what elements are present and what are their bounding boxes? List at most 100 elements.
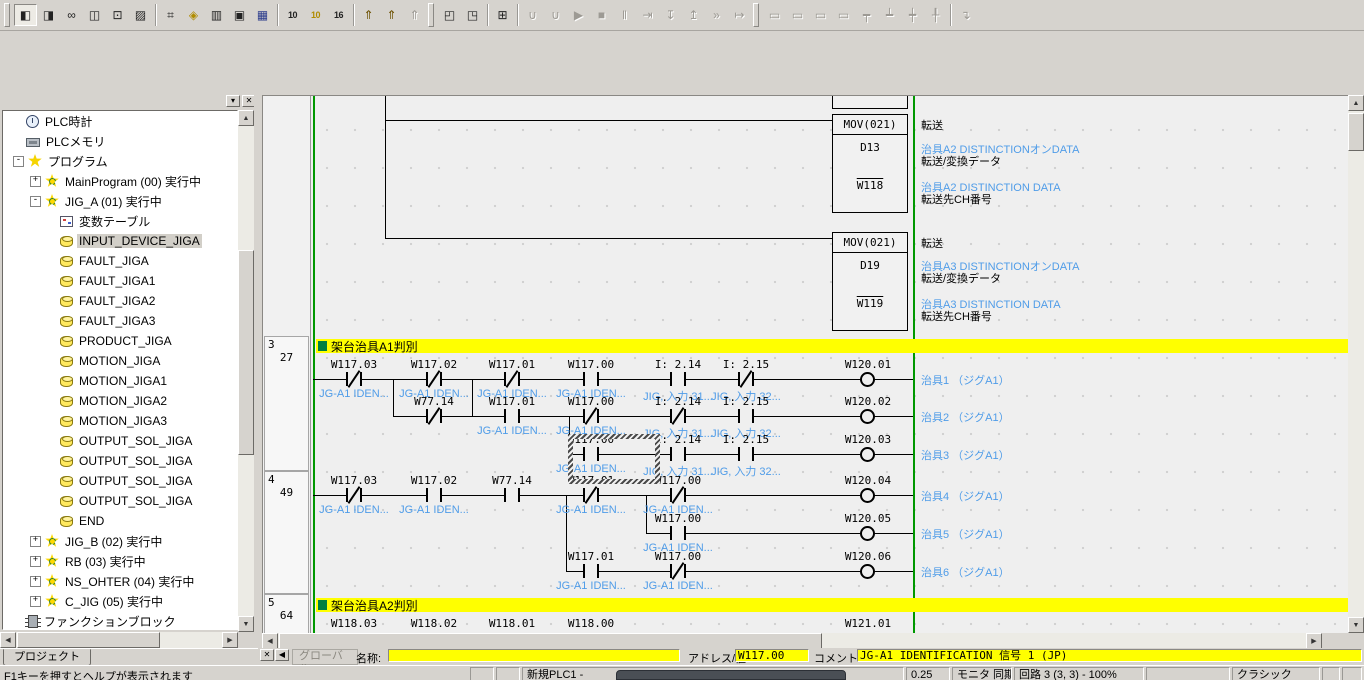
tree-item[interactable]: OUTPUT_SOL_JIGA xyxy=(3,491,237,511)
panel-menu-button[interactable]: ▾ xyxy=(226,95,240,107)
transfer-window-icon[interactable]: ⊞ xyxy=(491,4,514,26)
panel-splitter[interactable] xyxy=(254,93,262,648)
contact-bar[interactable] xyxy=(684,488,686,502)
contact-bar[interactable] xyxy=(346,488,348,502)
tree-item[interactable]: FAULT_JIGA3 xyxy=(3,311,237,331)
ladder-scroll-left-icon[interactable]: ◀ xyxy=(262,633,278,649)
ladder-hscroll-thumb[interactable] xyxy=(279,633,822,649)
properties-window-icon[interactable]: ▨ xyxy=(129,4,152,26)
ladder-scroll-down-icon[interactable]: ▼ xyxy=(1348,617,1364,633)
contact-bar[interactable] xyxy=(518,372,520,386)
tree-item[interactable]: OUTPUT_SOL_JIGA xyxy=(3,431,237,451)
contact-bar[interactable] xyxy=(360,488,362,502)
contact-bar[interactable] xyxy=(752,409,754,423)
trace-window-1-icon[interactable]: ▭ xyxy=(763,4,786,26)
tree-scroll-down-icon[interactable]: ▼ xyxy=(238,616,254,632)
output-window-icon[interactable]: ◨ xyxy=(37,4,60,26)
contact-bar[interactable] xyxy=(670,564,672,578)
tree-item[interactable]: PLC時計 xyxy=(3,111,237,131)
expand-icon[interactable]: + xyxy=(30,176,41,187)
tree-item[interactable]: OUTPUT_SOL_JIGA xyxy=(3,471,237,491)
run-icon[interactable]: ▶ xyxy=(567,4,590,26)
tree-scroll-right-icon[interactable]: ▶ xyxy=(222,632,238,648)
dialog-window-icon[interactable]: ▣ xyxy=(228,4,251,26)
tree-item[interactable]: MOTION_JIGA2 xyxy=(3,391,237,411)
return-icon-icon[interactable]: ↴ xyxy=(954,4,977,26)
mov-instruction-block[interactable]: MOV(021)D19W119 xyxy=(832,232,908,331)
contact-bar[interactable] xyxy=(583,488,585,502)
tree-item[interactable]: +NS_OHTER (04) 実行中 xyxy=(3,571,237,591)
name-field[interactable] xyxy=(388,649,680,662)
binary-monitor-icon[interactable]: ▦ xyxy=(251,4,274,26)
symbol-tag-icon[interactable]: ◈ xyxy=(182,4,205,26)
coil[interactable] xyxy=(860,372,875,387)
contact-bar[interactable] xyxy=(504,372,506,386)
step-out-icon[interactable]: ↥ xyxy=(682,4,705,26)
tree-vscroll-thumb[interactable] xyxy=(238,250,254,455)
ladder-scroll-up-icon[interactable]: ▲ xyxy=(1348,95,1364,111)
expand-icon[interactable]: + xyxy=(30,596,41,607)
contact-bar[interactable] xyxy=(738,447,740,461)
address-reference-icon[interactable]: ⊡ xyxy=(106,4,129,26)
contact-bar[interactable] xyxy=(583,372,585,386)
contact-bar[interactable] xyxy=(597,372,599,386)
contact-bar[interactable] xyxy=(670,372,672,386)
contact-bar[interactable] xyxy=(752,447,754,461)
contact-bar[interactable] xyxy=(440,488,442,502)
tree-item[interactable]: +JIG_B (02) 実行中 xyxy=(3,531,237,551)
ladder-diagram-editor[interactable]: 327449564 架台治具A1判別架台治具A2判別MOV(021)D13W11… xyxy=(262,95,1348,633)
ladder-vscrollbar[interactable]: ▲ ▼ xyxy=(1348,95,1364,633)
contact-bar[interactable] xyxy=(346,372,348,386)
trace-set-icon[interactable]: ┯ xyxy=(855,4,878,26)
jump-up-1-icon[interactable]: ⇑ xyxy=(357,4,380,26)
tree-scroll-left-icon[interactable]: ◀ xyxy=(0,632,16,648)
tree-item[interactable]: -プログラム xyxy=(3,151,237,171)
tree-hscrollbar[interactable]: ◀ ▶ xyxy=(0,632,238,648)
step-run-icon[interactable]: ⇥ xyxy=(636,4,659,26)
collapse-icon[interactable]: - xyxy=(30,196,41,207)
tree-hscroll-thumb[interactable] xyxy=(17,632,160,648)
contact-bar[interactable] xyxy=(504,409,506,423)
tree-item[interactable]: PRODUCT_JIGA xyxy=(3,331,237,351)
watch-window-toggle-icon[interactable]: ∞ xyxy=(60,4,83,26)
tree-item[interactable]: FAULT_JIGA1 xyxy=(3,271,237,291)
decimal-monitor-icon[interactable]: 10 xyxy=(281,4,304,26)
tree-item[interactable]: OUTPUT_SOL_JIGA xyxy=(3,451,237,471)
trace-window-4-icon[interactable]: ▭ xyxy=(832,4,855,26)
contact-bar[interactable] xyxy=(504,488,506,502)
section-pages-icon[interactable]: ▥ xyxy=(205,4,228,26)
contact-bar[interactable] xyxy=(684,372,686,386)
watch-close-icon[interactable]: ✕ xyxy=(260,649,274,661)
trace-read-icon[interactable]: ┷ xyxy=(878,4,901,26)
contact-bar[interactable] xyxy=(684,564,686,578)
trace-window-2-icon[interactable]: ▭ xyxy=(786,4,809,26)
collapse-icon[interactable]: - xyxy=(13,156,24,167)
contact-bar[interactable] xyxy=(426,372,428,386)
tree-item[interactable]: FAULT_JIGA2 xyxy=(3,291,237,311)
pause-exec-icon[interactable]: ‖ xyxy=(613,4,636,26)
ladder-vscroll-thumb[interactable] xyxy=(1348,113,1364,151)
coil[interactable] xyxy=(860,526,875,541)
tree-item[interactable]: +MainProgram (00) 実行中 xyxy=(3,171,237,191)
watch-tab-global[interactable]: グローバル xyxy=(292,649,358,665)
contact-bar[interactable] xyxy=(426,409,428,423)
toolbar-grip[interactable] xyxy=(753,3,759,27)
comment-field[interactable]: JG-A1 IDENTIFICATION 信号 1 (JP) xyxy=(857,649,1362,662)
coil[interactable] xyxy=(860,564,875,579)
contact-bar[interactable] xyxy=(597,488,599,502)
window-tile-icon[interactable]: ◳ xyxy=(461,4,484,26)
trace-clear-icon[interactable]: ╀ xyxy=(924,4,947,26)
contact-bar[interactable] xyxy=(440,372,442,386)
contact-bar[interactable] xyxy=(670,488,672,502)
online-hold-2-icon[interactable]: ∪ xyxy=(544,4,567,26)
tree-item[interactable]: +C_JIG (05) 実行中 xyxy=(3,591,237,611)
tree-item[interactable]: MOTION_JIGA3 xyxy=(3,411,237,431)
toolbar-grip[interactable] xyxy=(4,3,10,27)
tree-scroll-up-icon[interactable]: ▲ xyxy=(238,110,254,126)
continuous-step-icon[interactable]: » xyxy=(705,4,728,26)
contact-bar[interactable] xyxy=(583,409,585,423)
contact-bar[interactable] xyxy=(360,372,362,386)
trace-compare-icon[interactable]: ┿ xyxy=(901,4,924,26)
contact-bar[interactable] xyxy=(597,409,599,423)
stop-icon[interactable]: ■ xyxy=(590,4,613,26)
